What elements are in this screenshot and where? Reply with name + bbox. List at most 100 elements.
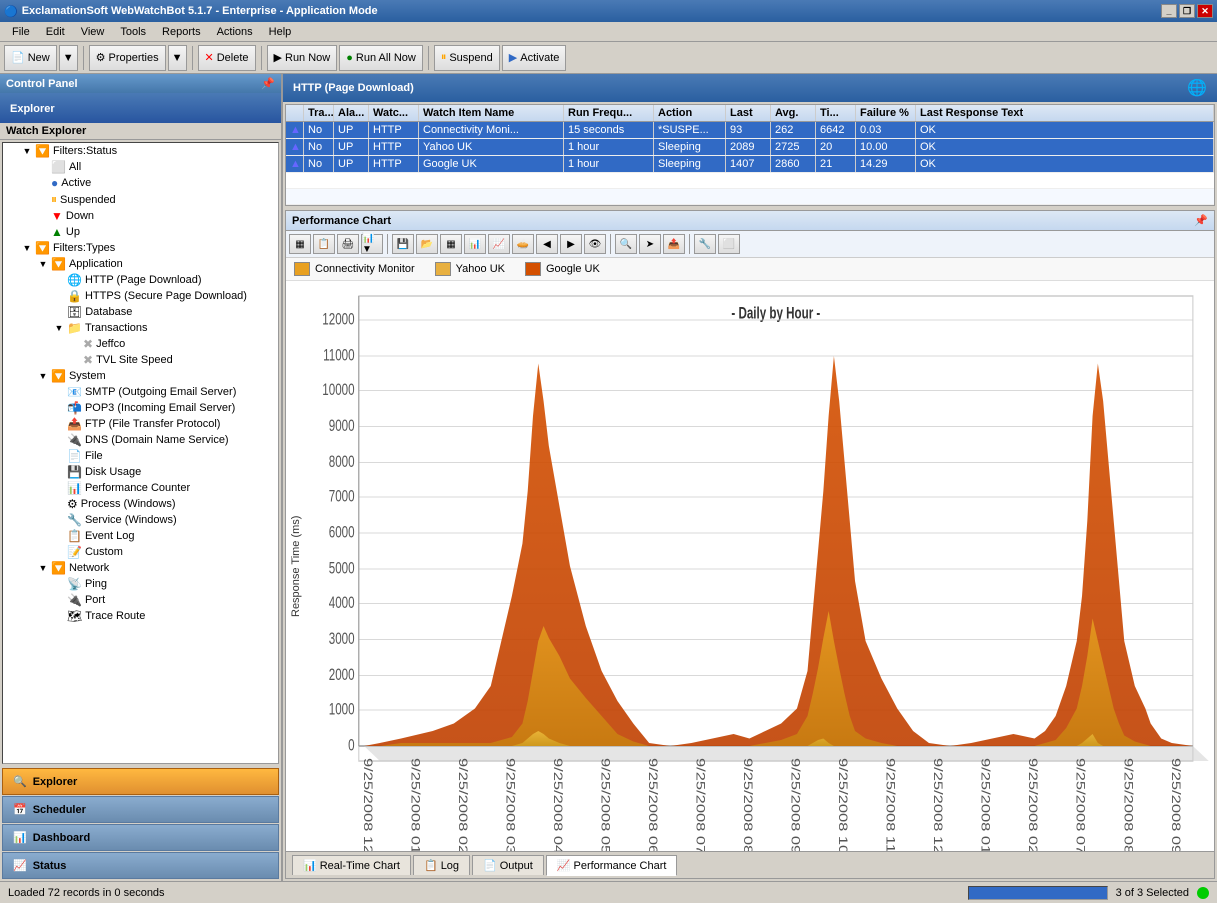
tree-node-jeffco[interactable]: ✖ Jeffco xyxy=(3,336,278,352)
activate-button[interactable]: ▶ Activate xyxy=(502,45,567,71)
expand-icon[interactable]: ▼ xyxy=(19,146,35,156)
menu-edit[interactable]: Edit xyxy=(38,24,73,40)
table-row[interactable]: ▲ No UP HTTP Connectivity Moni... 15 sec… xyxy=(286,122,1214,139)
menu-reports[interactable]: Reports xyxy=(154,24,209,40)
chart-tb-scroll-right[interactable]: ▶ xyxy=(560,234,582,254)
tree-node-eventlog[interactable]: 📋 Event Log xyxy=(3,528,278,544)
chart-tb-open[interactable]: 📂 xyxy=(416,234,438,254)
suspend-icon: ⏸ xyxy=(441,51,447,64)
menu-actions[interactable]: Actions xyxy=(209,24,261,40)
run-all-now-button[interactable]: ● Run All Now xyxy=(339,45,423,71)
col-header-action[interactable]: Action xyxy=(654,105,726,121)
chart-tb-scroll-left[interactable]: ◀ xyxy=(536,234,558,254)
menu-file[interactable]: File xyxy=(4,24,38,40)
minimize-button[interactable]: _ xyxy=(1161,4,1177,18)
tree-node-transactions[interactable]: ▼ 📁 Transactions xyxy=(3,320,278,336)
properties-dropdown[interactable]: ▼ xyxy=(168,45,187,71)
file-icon: 📄 xyxy=(67,449,82,463)
chart-tb-export[interactable]: 📤 xyxy=(663,234,685,254)
pin-icon[interactable]: 📌 xyxy=(261,77,275,90)
run-now-button[interactable]: ▶ Run Now xyxy=(267,45,338,71)
nav-dashboard[interactable]: 📊 Dashboard xyxy=(2,824,279,851)
tree-node-application[interactable]: ▼ 🔽 Application xyxy=(3,256,278,272)
chart-tb-bar[interactable]: 📊 xyxy=(464,234,486,254)
tree-node-dns[interactable]: 🔌 DNS (Domain Name Service) xyxy=(3,432,278,448)
chart-tb-type[interactable]: 📊▼ xyxy=(361,234,383,254)
tree-node-database[interactable]: 🗄 Database xyxy=(3,304,278,320)
tree-node-system[interactable]: ▼ 🔽 System xyxy=(3,368,278,384)
col-header-last[interactable]: Last xyxy=(726,105,771,121)
nav-explorer[interactable]: 🔍 Explorer xyxy=(2,768,279,795)
col-header-fail[interactable]: Failure % xyxy=(856,105,916,121)
suspend-button[interactable]: ⏸ Suspend xyxy=(434,45,500,71)
chart-tb-save[interactable]: 💾 xyxy=(392,234,414,254)
col-header-name[interactable]: Watch Item Name xyxy=(419,105,564,121)
tree-node-custom[interactable]: 📝 Custom xyxy=(3,544,278,560)
tree-node-http[interactable]: 🌐 HTTP (Page Download) xyxy=(3,272,278,288)
tree-node-ping[interactable]: 📡 Ping xyxy=(3,576,278,592)
col-header-resp[interactable]: Last Response Text xyxy=(916,105,1214,121)
col-header-watch[interactable]: Watc... xyxy=(369,105,419,121)
row-name: Connectivity Moni... xyxy=(419,122,564,138)
col-header-avg[interactable]: Avg. xyxy=(771,105,816,121)
row-ala: UP xyxy=(334,156,369,172)
tree-node-pop3[interactable]: 📬 POP3 (Incoming Email Server) xyxy=(3,400,278,416)
tree-node-port[interactable]: 🔌 Port xyxy=(3,592,278,608)
chart-pin-icon[interactable]: 📌 xyxy=(1194,214,1208,227)
chart-tb-grid[interactable]: ▦ xyxy=(289,234,311,254)
tree-node-perfcounter[interactable]: 📊 Performance Counter xyxy=(3,480,278,496)
tree-node-up[interactable]: ▲ Up xyxy=(3,224,278,240)
properties-button[interactable]: ⚙ Properties xyxy=(89,45,166,71)
expand-icon[interactable]: ▼ xyxy=(19,243,35,253)
legend-connectivity: Connectivity Monitor xyxy=(294,262,415,276)
delete-button[interactable]: ✕ Delete xyxy=(198,45,256,71)
window-controls[interactable]: _ ❐ ✕ xyxy=(1161,4,1213,18)
new-dropdown[interactable]: ▼ xyxy=(59,45,78,71)
chart-tb-copy[interactable]: 📋 xyxy=(313,234,335,254)
tree-node-diskusage[interactable]: 💾 Disk Usage xyxy=(3,464,278,480)
tree-node-suspended[interactable]: ⏸ Suspended xyxy=(3,191,278,208)
col-header-ti[interactable]: Ti... xyxy=(816,105,856,121)
tree-node-ftp[interactable]: 📤 FTP (File Transfer Protocol) xyxy=(3,416,278,432)
chart-tb-select[interactable]: ➤ xyxy=(639,234,661,254)
menu-help[interactable]: Help xyxy=(261,24,300,40)
tree-node-process[interactable]: ⚙ Process (Windows) xyxy=(3,496,278,512)
tree-node-active[interactable]: ● Active xyxy=(3,175,278,191)
tab-log[interactable]: 📋 Log xyxy=(413,855,470,875)
tree-node-file[interactable]: 📄 File xyxy=(3,448,278,464)
table-row[interactable]: ▲ No UP HTTP Yahoo UK 1 hour Sleeping 20… xyxy=(286,139,1214,156)
tree-node-down[interactable]: ▼ Down xyxy=(3,208,278,224)
col-header-freq[interactable]: Run Frequ... xyxy=(564,105,654,121)
chart-tb-view[interactable]: 👁 xyxy=(584,234,606,254)
chart-tb-settings[interactable]: ⬜ xyxy=(718,234,740,254)
tree-node-all[interactable]: ⬜ All xyxy=(3,159,278,175)
chart-tb-table[interactable]: ▦ xyxy=(440,234,462,254)
tree-node-service[interactable]: 🔧 Service (Windows) xyxy=(3,512,278,528)
row-pin: ▲ xyxy=(286,139,304,155)
tab-performance[interactable]: 📈 Performance Chart xyxy=(546,855,678,876)
tree-node-network[interactable]: ▼ 🔽 Network xyxy=(3,560,278,576)
tree-node-smtp[interactable]: 📧 SMTP (Outgoing Email Server) xyxy=(3,384,278,400)
chart-tb-print[interactable]: 🖨 xyxy=(337,234,359,254)
close-button[interactable]: ✕ xyxy=(1197,4,1213,18)
nav-scheduler[interactable]: 📅 Scheduler xyxy=(2,796,279,823)
chart-tb-pie[interactable]: 🥧 xyxy=(512,234,534,254)
chart-tb-line[interactable]: 📈 xyxy=(488,234,510,254)
menu-tools[interactable]: Tools xyxy=(112,24,154,40)
nav-status[interactable]: 📈 Status xyxy=(2,852,279,879)
tree-node-traceroute[interactable]: 🗺 Trace Route xyxy=(3,608,278,624)
table-row[interactable]: ▲ No UP HTTP Google UK 1 hour Sleeping 1… xyxy=(286,156,1214,173)
restore-button[interactable]: ❐ xyxy=(1179,4,1195,18)
tab-output[interactable]: 📄 Output xyxy=(472,855,544,875)
col-header-tra[interactable]: Tra... xyxy=(304,105,334,121)
chart-tb-zoom[interactable]: 🔍 xyxy=(615,234,637,254)
tree-node-filters-status[interactable]: ▼ 🔽 Filters:Status xyxy=(3,143,278,159)
tree-node-filters-types[interactable]: ▼ 🔽 Filters:Types xyxy=(3,240,278,256)
col-header-ala[interactable]: Ala... xyxy=(334,105,369,121)
menu-view[interactable]: View xyxy=(73,24,113,40)
new-button[interactable]: 📄 New xyxy=(4,45,57,71)
tree-node-tvl[interactable]: ✖ TVL Site Speed xyxy=(3,352,278,368)
tab-realtime[interactable]: 📊 Real-Time Chart xyxy=(292,855,411,875)
chart-tb-tool[interactable]: 🔧 xyxy=(694,234,716,254)
tree-node-https[interactable]: 🔒 HTTPS (Secure Page Download) xyxy=(3,288,278,304)
